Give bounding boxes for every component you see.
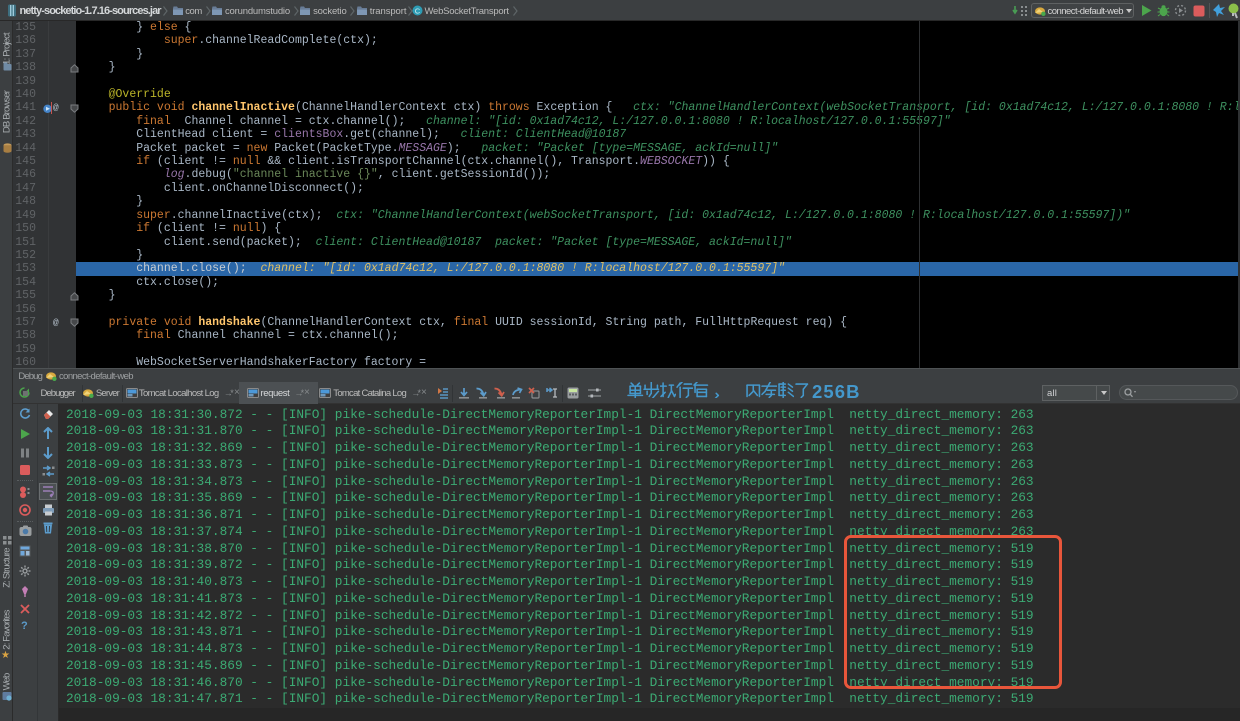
svg-text:C: C: [414, 6, 420, 15]
